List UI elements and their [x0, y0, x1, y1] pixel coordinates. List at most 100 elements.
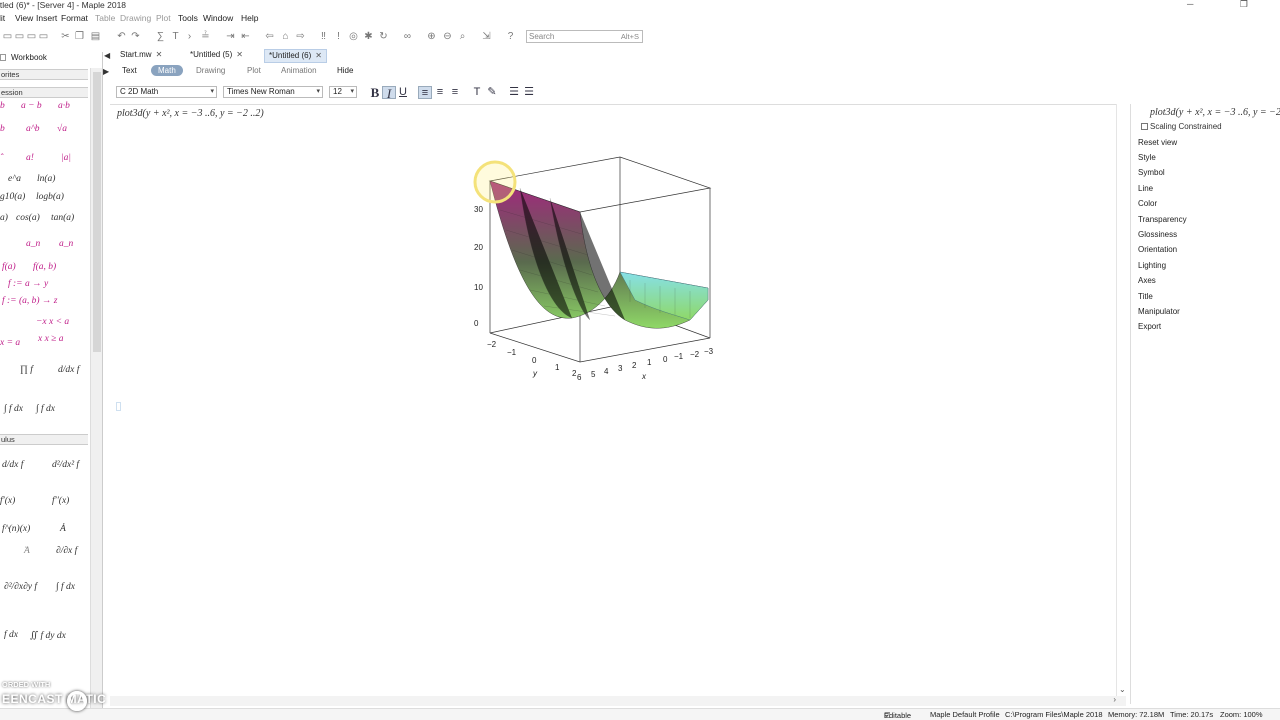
palette-item[interactable]: d/dx f — [2, 460, 23, 470]
mode-plot[interactable]: Plot — [247, 66, 261, 75]
save-icon[interactable]: ▭ — [26, 31, 37, 42]
palette-item[interactable]: x = a — [0, 338, 20, 348]
menu-reset-view[interactable]: Reset view — [1138, 138, 1177, 147]
window-controls[interactable]: ─ ❐ — [1187, 0, 1270, 10]
underline-button[interactable]: U — [396, 86, 410, 99]
palette-item[interactable]: d²/dx² f — [52, 460, 79, 470]
menu-title[interactable]: Title — [1138, 292, 1153, 301]
tab-start[interactable]: Start.mw ✕ — [116, 49, 166, 63]
palette-item[interactable]: d/dx f — [58, 365, 79, 375]
palette-item[interactable]: ∏ f — [20, 365, 33, 375]
menu-orientation[interactable]: Orientation — [1138, 245, 1177, 254]
palette-item[interactable]: tan(a) — [51, 213, 74, 223]
align-right-icon[interactable]: ≡ — [448, 86, 462, 99]
font-select[interactable]: Times New Roman ▾ — [223, 86, 323, 98]
tab-workbook[interactable]: Workbook — [11, 53, 47, 62]
vertical-scrollbar[interactable]: ⌄ — [1116, 104, 1128, 696]
palette-item[interactable]: f(a, b) — [33, 262, 56, 272]
copy-icon[interactable]: ❐ — [74, 31, 85, 42]
palette-item[interactable]: a_n — [26, 239, 40, 249]
palette-item[interactable]: e^a — [8, 174, 21, 184]
align-left-icon[interactable]: ≡ — [418, 86, 432, 99]
new-icon[interactable]: ▭ — [2, 31, 13, 42]
palette-item[interactable]: a! — [26, 153, 34, 163]
palette-item[interactable]: ̈A — [24, 546, 30, 556]
menu-drawing[interactable]: Drawing — [120, 13, 151, 23]
search-input[interactable]: Search Alt+S — [526, 30, 643, 43]
palette-item[interactable]: ˆ — [0, 153, 3, 163]
restart-icon[interactable]: ↻ — [378, 31, 389, 42]
palette-item[interactable]: √a — [57, 124, 67, 134]
cut-icon[interactable]: ✂ — [60, 31, 71, 42]
undo-icon[interactable]: ↶ — [116, 31, 127, 42]
hide-button[interactable]: Hide — [337, 66, 353, 75]
palette-item[interactable]: f := (a, b) → z — [2, 296, 58, 306]
menu-plot[interactable]: Plot — [156, 13, 171, 23]
outdent-icon[interactable]: ⇤ — [240, 31, 251, 42]
palette-item[interactable]: g10(a) — [0, 192, 25, 202]
link-icon[interactable]: ∞ — [402, 31, 413, 42]
palette-item[interactable]: ∬ f dy dx — [30, 630, 66, 641]
palette-item[interactable]: ∂²/∂x∂y f — [4, 582, 37, 592]
menu-window[interactable]: Window — [203, 13, 233, 23]
menu-format[interactable]: Format — [61, 13, 88, 23]
section-icon[interactable]: ≟ — [200, 31, 211, 42]
execute-all-icon[interactable]: ‼ — [318, 31, 329, 42]
close-icon[interactable]: ✕ — [156, 50, 163, 59]
palette-item[interactable]: f := a → y — [8, 279, 48, 289]
menu-export[interactable]: Export — [1138, 322, 1161, 331]
math-input[interactable]: plot3d(y + x², x = −3 ..6, y = −2 ..2) — [117, 108, 264, 119]
italic-button[interactable]: I — [382, 86, 396, 100]
font-size-select[interactable]: 12 ▾ — [329, 86, 357, 98]
text-icon[interactable]: T — [170, 31, 181, 42]
palette-item[interactable]: f′′(x) — [52, 496, 69, 506]
back-icon[interactable]: ⇦ — [264, 31, 275, 42]
palette-item[interactable]: cos(a) — [16, 213, 40, 223]
palette-item[interactable]: f′(x) — [0, 496, 15, 506]
palette-item[interactable]: a_n — [59, 239, 73, 249]
stop-icon[interactable]: ◎ — [348, 31, 359, 42]
palette-item[interactable]: a·b — [58, 101, 70, 111]
menu-line[interactable]: Line — [1138, 184, 1153, 193]
tab-untitled-6[interactable]: *Untitled (6) ✕ — [264, 49, 327, 63]
execute-icon[interactable]: ! — [333, 31, 344, 42]
menu-edit[interactable]: lit — [0, 13, 5, 23]
menu-style[interactable]: Style — [1138, 153, 1156, 162]
collapse-panel-icon[interactable]: ◀ — [104, 51, 110, 60]
palette-item[interactable]: f dx — [4, 630, 18, 640]
horizontal-scrollbar[interactable]: › — [110, 695, 1126, 706]
palette-item[interactable]: Ȧ — [60, 524, 66, 534]
bold-button[interactable]: B — [368, 86, 382, 99]
palette-item[interactable]: f^(n)(x) — [2, 524, 30, 534]
palette-item[interactable]: logb(a) — [36, 192, 64, 202]
debug-icon[interactable]: ✱ — [363, 31, 374, 42]
palette-item[interactable]: a − b — [21, 101, 42, 111]
scroll-thumb[interactable] — [93, 72, 101, 352]
print-icon[interactable]: ▭ — [38, 31, 49, 42]
menu-insert[interactable]: Insert — [36, 13, 57, 23]
palette-item[interactable]: ln(a) — [37, 174, 55, 184]
align-center-icon[interactable]: ≡ — [433, 86, 447, 99]
palette-item[interactable]: ∂/∂x f — [56, 546, 77, 556]
menu-table[interactable]: Table — [95, 13, 115, 23]
input-mode-select[interactable]: C 2D Math ▾ — [116, 86, 217, 98]
checkbox-icon[interactable] — [1141, 123, 1148, 130]
palette-item[interactable]: ∫ f dx — [4, 404, 23, 414]
menu-color[interactable]: Color — [1138, 199, 1157, 208]
palette-item[interactable]: ∫ f dx — [36, 404, 55, 414]
scroll-right-icon[interactable]: › — [1113, 695, 1116, 704]
resize-icon[interactable]: ⇲ — [481, 31, 492, 42]
scaling-constrained-checkbox[interactable]: Scaling Constrained — [1141, 122, 1222, 131]
text-color-icon[interactable]: T — [470, 86, 484, 99]
palette-item[interactable]: −x x < a — [36, 317, 69, 327]
bullet-list-icon[interactable]: ☰ — [507, 86, 521, 99]
section-calculus[interactable]: ulus — [0, 434, 88, 445]
plot3d[interactable]: 0 10 20 30 −2 −1 0 1 2 y 6 5 4 3 2 1 0 −… — [460, 150, 730, 390]
paste-icon[interactable]: ▤ — [90, 31, 101, 42]
palette-item[interactable]: a) — [0, 213, 8, 223]
menu-help[interactable]: Help — [241, 13, 258, 23]
mode-drawing[interactable]: Drawing — [196, 66, 225, 75]
help-icon[interactable]: ? — [505, 31, 516, 42]
prompt-icon[interactable]: › — [184, 31, 195, 42]
math-icon[interactable]: ∑ — [155, 31, 166, 42]
